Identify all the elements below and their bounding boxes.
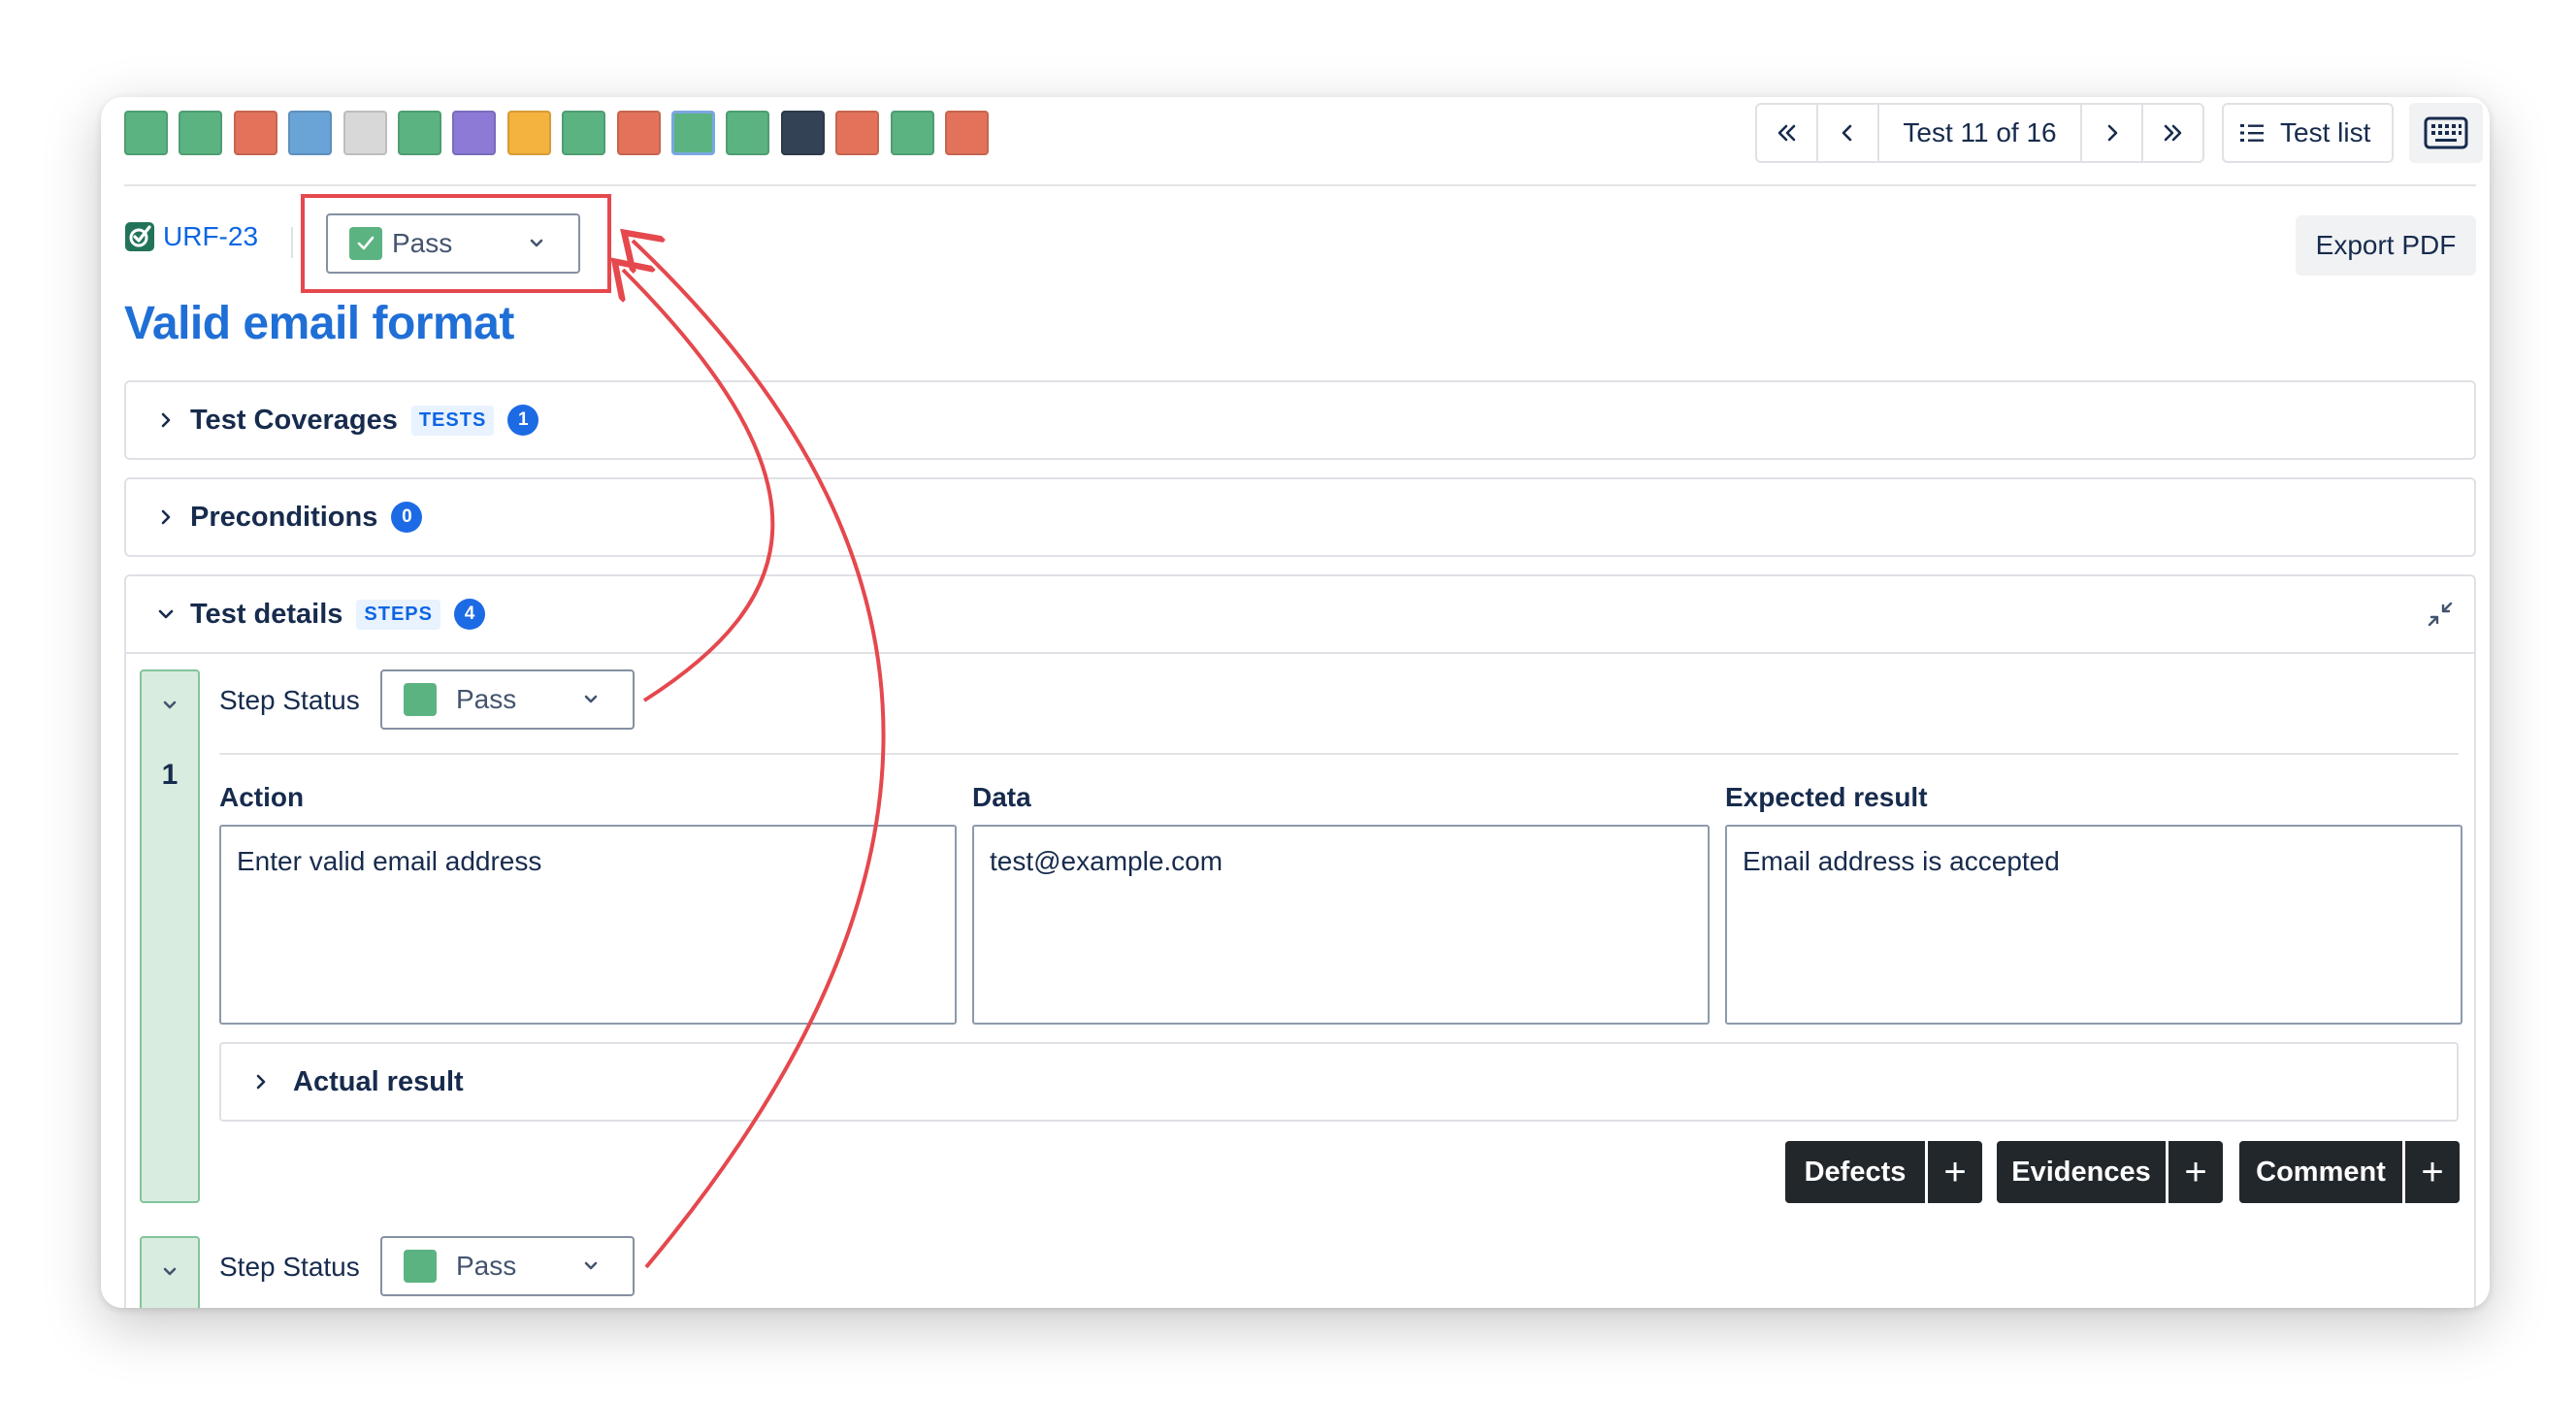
annotation-arrows	[101, 97, 886, 1269]
test-execution-card: Test 11 of 16 Test list URF-23 Pass Expo…	[101, 97, 2490, 1308]
arrow-from-step-1	[623, 270, 775, 702]
arrow-from-step-2	[633, 241, 886, 1269]
